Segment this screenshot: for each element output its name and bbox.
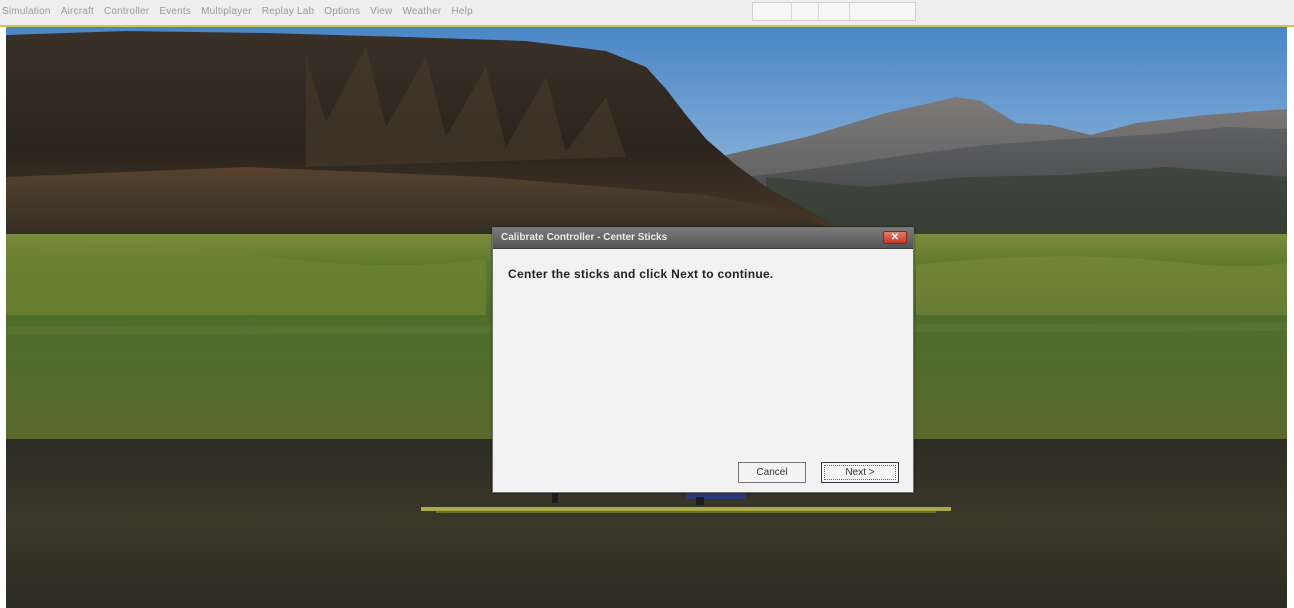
simulator-window: Simulation Aircraft Controller Events Mu… — [0, 0, 1294, 608]
dialog-title: Calibrate Controller - Center Sticks — [501, 232, 668, 243]
menu-bar: Simulation Aircraft Controller Events Mu… — [0, 0, 1294, 27]
calibrate-controller-dialog: Calibrate Controller - Center Sticks ✕ C… — [492, 227, 914, 493]
close-icon: ✕ — [890, 232, 900, 243]
dialog-message: Center the sticks and click Next to cont… — [508, 267, 774, 281]
menu-replay-lab[interactable]: Replay Lab — [262, 6, 315, 17]
menu-controller[interactable]: Controller — [104, 6, 149, 17]
menu-items: Simulation Aircraft Controller Events Mu… — [2, 6, 473, 17]
menu-options[interactable]: Options — [324, 6, 360, 17]
menu-multiplayer[interactable]: Multiplayer — [201, 6, 252, 17]
toolbar-segment[interactable] — [792, 3, 819, 20]
close-button[interactable]: ✕ — [883, 231, 907, 244]
toolbar-segment[interactable] — [753, 3, 792, 20]
toolbar-widget[interactable] — [752, 2, 916, 21]
menu-help[interactable]: Help — [451, 6, 472, 17]
cancel-button[interactable]: Cancel — [738, 462, 806, 483]
next-button[interactable]: Next > — [821, 462, 899, 483]
aircraft-wheel — [696, 497, 704, 505]
runway-marking — [421, 507, 951, 511]
aircraft-wheel — [552, 493, 558, 503]
menu-events[interactable]: Events — [159, 6, 191, 17]
menu-view[interactable]: View — [370, 6, 392, 17]
toolbar-segment[interactable] — [850, 3, 915, 20]
toolbar-segment[interactable] — [819, 3, 850, 20]
dialog-titlebar[interactable]: Calibrate Controller - Center Sticks ✕ — [493, 228, 913, 249]
menu-weather[interactable]: Weather — [402, 6, 441, 17]
menu-simulation[interactable]: Simulation — [2, 6, 51, 17]
runway-marking-shadow — [436, 511, 936, 513]
right-border — [1287, 27, 1294, 608]
menu-aircraft[interactable]: Aircraft — [61, 6, 94, 17]
aircraft — [686, 493, 746, 499]
